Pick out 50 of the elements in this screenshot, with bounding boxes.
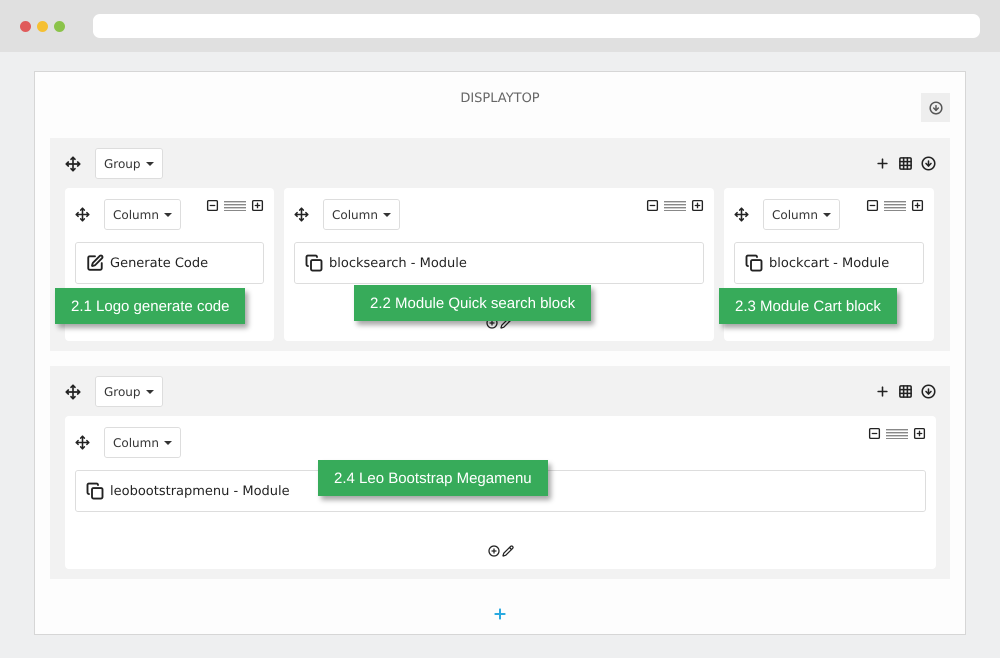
column-dropdown[interactable]: Column (104, 427, 181, 458)
module-item[interactable]: blockcart - Module (734, 242, 924, 284)
section-title: DISPLAYTOP (460, 90, 540, 108)
minus-icon[interactable] (206, 199, 219, 212)
close-dot[interactable] (20, 20, 31, 32)
callout-label: 2.1 Logo generate code (55, 288, 246, 324)
callout-label: 2.3 Module Cart block (719, 288, 897, 324)
move-icon[interactable] (65, 156, 81, 172)
plus-icon[interactable] (251, 199, 264, 212)
width-icon[interactable] (224, 200, 246, 210)
copy-icon (305, 254, 323, 272)
plus-icon[interactable] (913, 427, 926, 440)
column-dropdown[interactable]: Column (763, 199, 840, 230)
column-dropdown[interactable]: Column (104, 199, 181, 230)
column-dropdown[interactable]: Column (323, 199, 400, 230)
width-icon[interactable] (884, 200, 906, 210)
group-dropdown[interactable]: Group (95, 376, 163, 407)
copy-icon (86, 482, 104, 500)
edit-icon[interactable] (502, 545, 514, 557)
move-icon[interactable] (75, 435, 90, 450)
group-dropdown[interactable]: Group (95, 148, 163, 179)
width-icon[interactable] (664, 200, 686, 210)
circle-down-icon[interactable] (921, 384, 936, 399)
edit-icon (86, 254, 104, 272)
plus-icon[interactable] (691, 199, 704, 212)
callout-label: 2.2 Module Quick search block (354, 285, 592, 321)
minimize-dot[interactable] (37, 20, 48, 32)
circle-down-icon (928, 100, 942, 114)
minus-icon[interactable] (866, 199, 879, 212)
width-icon[interactable] (886, 428, 908, 438)
move-icon[interactable] (294, 207, 309, 222)
move-icon[interactable] (65, 384, 81, 400)
grid-icon[interactable] (898, 156, 913, 171)
move-icon[interactable] (75, 207, 90, 222)
minus-icon[interactable] (868, 427, 881, 440)
maximize-dot[interactable] (54, 20, 65, 32)
add-icon[interactable] (875, 384, 890, 399)
callout-label: 2.4 Leo Bootstrap Megamenu (318, 460, 548, 496)
grid-icon[interactable] (898, 384, 913, 399)
add-icon[interactable] (488, 545, 500, 557)
add-group-button[interactable] (492, 606, 508, 622)
copy-icon (745, 254, 763, 272)
collapse-button[interactable] (921, 93, 950, 122)
module-item[interactable]: Generate Code (75, 242, 264, 284)
add-icon[interactable] (875, 156, 890, 171)
module-item[interactable]: blocksearch - Module (294, 242, 704, 284)
minus-icon[interactable] (646, 199, 659, 212)
plus-icon[interactable] (911, 199, 924, 212)
circle-down-icon[interactable] (921, 156, 936, 171)
move-icon[interactable] (734, 207, 749, 222)
